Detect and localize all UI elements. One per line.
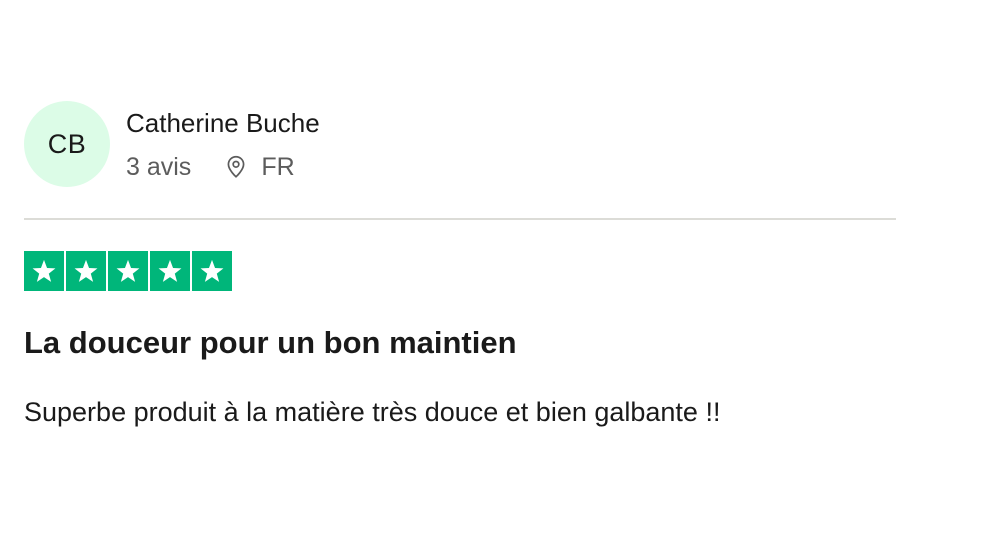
reviewer-location: FR <box>223 152 295 181</box>
review-card: CB Catherine Buche 3 avis FR La douceur … <box>24 100 896 430</box>
star-icon <box>24 251 64 291</box>
reviewer-name[interactable]: Catherine Buche <box>126 110 320 136</box>
review-count: 3 avis <box>126 152 192 181</box>
star-icon <box>66 251 106 291</box>
review-body: Superbe produit à la matière très douce … <box>24 397 721 428</box>
star-icon <box>150 251 190 291</box>
country-code: FR <box>261 152 295 181</box>
review-title[interactable]: La douceur pour un bon maintien <box>24 324 896 361</box>
reviewer-meta: 3 avis FR <box>126 154 320 180</box>
location-pin-icon <box>223 154 249 180</box>
star-icon <box>192 251 232 291</box>
reviewer-info: Catherine Buche 3 avis FR <box>126 108 320 180</box>
divider <box>24 218 896 220</box>
reviewer-header: CB Catherine Buche 3 avis FR <box>24 100 896 188</box>
star-rating <box>24 251 896 291</box>
avatar[interactable]: CB <box>24 101 110 187</box>
star-icon <box>108 251 148 291</box>
